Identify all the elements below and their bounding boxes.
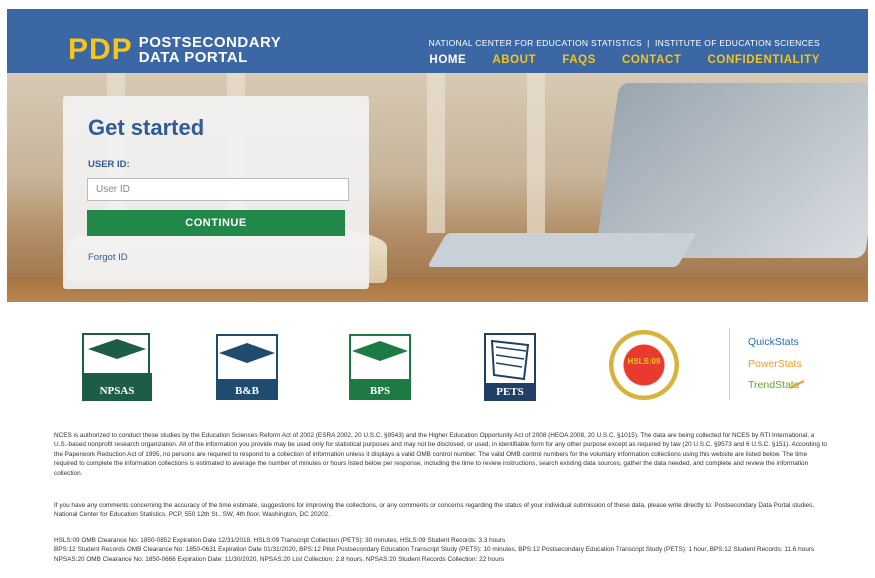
logo-text: POSTSECONDARY DATA PORTAL	[139, 35, 282, 65]
site-logo[interactable]: PDP POSTSECONDARY DATA PORTAL	[68, 33, 281, 67]
logo-line-2: DATA PORTAL	[138, 49, 248, 66]
logo-line-1: POSTSECONDARY	[138, 34, 282, 51]
omb-bps: BPS:12 Student Records OMB Clearance No:…	[54, 546, 815, 554]
pets-label: PETS	[496, 386, 524, 398]
hero-bg-bar	[527, 73, 545, 233]
userid-input[interactable]	[87, 178, 349, 201]
logo-mark: PDP	[68, 33, 133, 66]
disclaimer-paragraph-1: NCES is authorized to conduct these stud…	[54, 431, 828, 478]
main-nav: HOME ABOUT FAQS CONTACT CONFIDENTIALITY	[403, 54, 820, 66]
bps-logo[interactable]: BPS	[348, 333, 412, 401]
powerstats-link[interactable]: PowerStats	[748, 358, 802, 370]
hero-bg-bar	[427, 73, 445, 233]
nav-contact[interactable]: CONTACT	[622, 54, 682, 66]
laptop-keyboard	[427, 233, 697, 267]
disclaimer-paragraph-2: If you have any comments concerning the …	[54, 501, 828, 520]
bb-logo[interactable]: B&B	[215, 333, 279, 401]
omb-hsls: HSLS:09 OMB Clearance No: 1850-0852 Expi…	[54, 537, 506, 544]
nav-confidentiality[interactable]: CONFIDENTIALITY	[708, 54, 821, 66]
forgot-id-link[interactable]: Forgot ID	[88, 252, 128, 263]
npsas-logo[interactable]: NPSAS	[82, 333, 152, 401]
quickstats-link[interactable]: QuickStats	[748, 336, 799, 348]
continue-button[interactable]: CONTINUE	[87, 210, 345, 236]
site-header: PDP POSTSECONDARY DATA PORTAL NATIONAL C…	[7, 9, 868, 73]
hsls-label: HSLS:09	[627, 357, 661, 366]
agency-line: NATIONAL CENTER FOR EDUCATION STATISTICS…	[428, 38, 820, 48]
nav-home[interactable]: HOME	[429, 54, 466, 66]
disclaimer-text: If you have any comments concerning the …	[54, 502, 815, 519]
divider	[729, 328, 730, 400]
trend-arrow-icon	[790, 380, 805, 389]
omb-npsas: NPSAS:20 OMB Clearance No: 1850-0666 Exp…	[54, 555, 504, 563]
omb-list: HSLS:09 OMB Clearance No: 1850-0852 Expi…	[54, 536, 828, 564]
disclaimer-text: NCES is authorized to conduct these stud…	[54, 432, 827, 477]
nav-about[interactable]: ABOUT	[492, 54, 536, 66]
userid-label: USER ID:	[88, 159, 130, 170]
laptop-illustration	[594, 83, 868, 258]
pets-logo[interactable]: PETS	[484, 333, 536, 401]
bb-label: B&B	[235, 385, 259, 397]
bps-label: BPS	[369, 385, 391, 397]
login-title: Get started	[88, 115, 205, 140]
hsls-logo[interactable]: HSLS:09	[609, 330, 679, 400]
npsas-label: NPSAS	[99, 385, 135, 397]
nav-faqs[interactable]: FAQS	[562, 54, 596, 66]
login-card: Get started USER ID: CONTINUE Forgot ID	[63, 96, 369, 289]
